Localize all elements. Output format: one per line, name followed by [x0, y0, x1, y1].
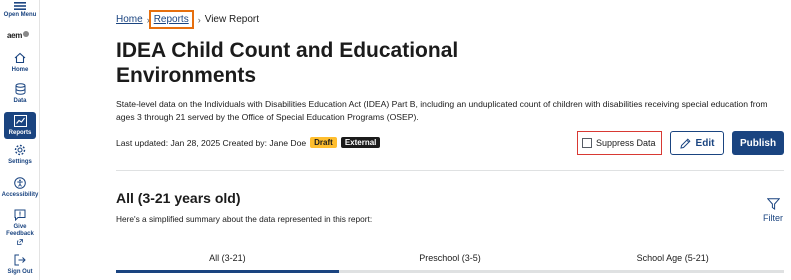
filter-label: Filter	[763, 213, 783, 223]
filter-button[interactable]: Filter	[760, 198, 786, 223]
filter-icon	[766, 198, 780, 210]
sidebar-item-sign-out[interactable]: Sign Out	[0, 254, 40, 276]
edit-button-label: Edit	[695, 137, 715, 149]
publish-button-label: Publish	[739, 137, 777, 149]
logo-dot	[23, 31, 30, 37]
breadcrumb-reports-highlight: Reports	[148, 10, 194, 29]
sidebar-item-label: Reports	[8, 130, 32, 136]
sidebar-item-reports[interactable]: Reports	[4, 112, 36, 139]
sign-out-icon	[14, 254, 26, 266]
page-title: IDEA Child Count and Educational Environ…	[116, 39, 459, 87]
gear-icon	[14, 144, 26, 156]
sidebar-item-label: Give Feedback	[6, 224, 34, 237]
section-title: All (3-21 years old)	[116, 190, 241, 206]
sidebar: Open Menu aem Home Data Reports Settings…	[0, 0, 40, 280]
suppress-data-checkbox[interactable]: Suppress Data	[577, 131, 662, 155]
sidebar-item-label: Home	[11, 67, 29, 73]
sidebar-item-settings[interactable]: Settings	[0, 144, 40, 166]
sidebar-item-accessibility[interactable]: Accessibility	[0, 177, 40, 199]
logo-text: aem	[7, 31, 23, 40]
breadcrumb-separator: ›	[197, 14, 201, 25]
sidebar-item-data[interactable]: Data	[0, 83, 40, 105]
sidebar-item-label: Accessibility	[1, 192, 39, 198]
open-menu-label: Open Menu	[3, 12, 37, 18]
section-subtitle: Here's a simplified summary about the da…	[116, 214, 373, 224]
aem-logo: aem	[7, 31, 30, 40]
database-icon	[15, 83, 25, 95]
pencil-icon	[679, 137, 691, 149]
sidebar-item-label: Sign Out	[7, 269, 33, 275]
section-divider	[116, 170, 784, 171]
external-badge: External	[340, 137, 381, 148]
report-meta: Last updated: Jan 28, 2025 Created by: J…	[116, 137, 381, 148]
external-link-icon	[17, 239, 23, 245]
tab-school-age[interactable]: School Age (5-21)	[561, 247, 785, 273]
last-updated-text: Last updated: Jan 28, 2025 Created by: J…	[116, 137, 307, 148]
suppress-data-label: Suppress Data	[596, 138, 656, 148]
draft-badge: Draft	[310, 137, 337, 148]
sidebar-item-label: Data	[13, 98, 27, 104]
chart-icon	[13, 115, 27, 127]
tab-all[interactable]: All (3-21)	[116, 247, 339, 273]
open-menu-button[interactable]: Open Menu	[0, 2, 40, 19]
sidebar-item-home[interactable]: Home	[0, 52, 40, 74]
publish-button[interactable]: Publish	[732, 131, 784, 155]
sidebar-item-label: Settings	[8, 159, 32, 165]
age-group-tabs: All (3-21) Preschool (3-5) School Age (5…	[116, 247, 785, 273]
menu-icon	[14, 2, 26, 10]
breadcrumb-current: View Report	[204, 14, 259, 25]
checkbox-box[interactable]	[582, 138, 592, 148]
breadcrumb: Home › Reports › View Report	[116, 10, 259, 29]
feedback-icon	[14, 209, 26, 221]
report-description: State-level data on the Individuals with…	[116, 99, 768, 122]
sidebar-item-give-feedback[interactable]: Give Feedback	[0, 209, 40, 245]
breadcrumb-home-link[interactable]: Home	[116, 14, 143, 25]
edit-button[interactable]: Edit	[670, 131, 724, 155]
tab-preschool[interactable]: Preschool (3-5)	[338, 247, 562, 273]
breadcrumb-reports-link[interactable]: Reports	[154, 14, 189, 25]
home-icon	[14, 52, 26, 64]
accessibility-icon	[14, 177, 26, 189]
